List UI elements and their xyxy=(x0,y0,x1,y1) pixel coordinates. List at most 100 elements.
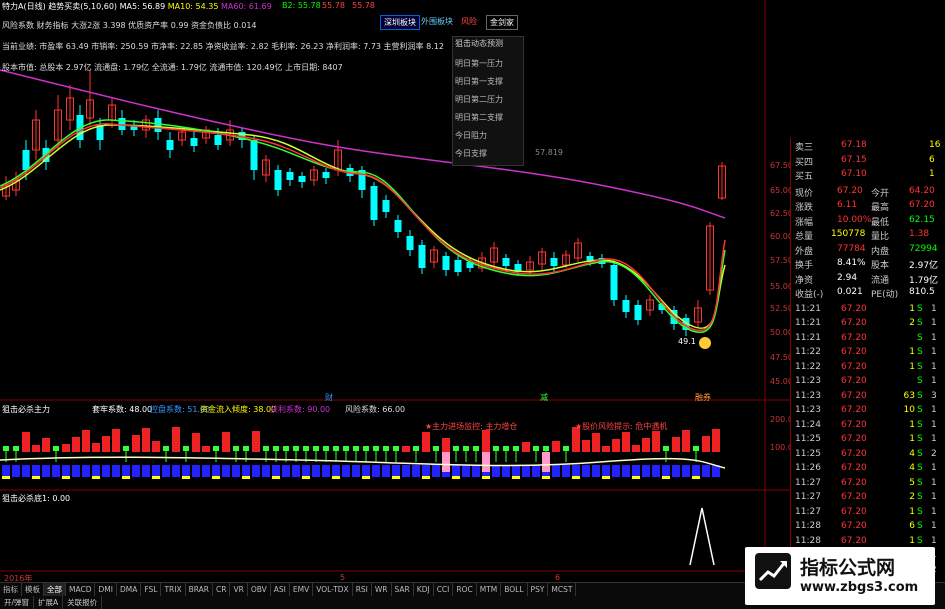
indicator-bar-blue xyxy=(132,465,140,477)
tab-fsl[interactable]: FSL xyxy=(141,583,162,596)
tick-count: 1 xyxy=(931,419,937,430)
bottom-item[interactable]: 关联报价 xyxy=(63,596,103,609)
ma-green-line xyxy=(0,119,726,333)
tab-psy[interactable]: PSY xyxy=(528,583,549,596)
indicator-bar-red xyxy=(592,433,600,452)
tab-cr[interactable]: CR xyxy=(213,583,231,596)
candle-down xyxy=(394,220,402,232)
field-value: 1.38 xyxy=(909,229,930,239)
tab-模板[interactable]: 模板 xyxy=(22,583,44,596)
tick-time: 11:28 xyxy=(795,521,821,531)
bottom-item[interactable]: 开/弹窗 xyxy=(0,596,35,609)
tab-dma[interactable]: DMA xyxy=(117,583,142,596)
tick-count: 1 xyxy=(931,477,937,488)
tick-time: 11:28 xyxy=(795,535,821,546)
indicator-bar-green xyxy=(473,446,479,451)
tab-roc[interactable]: ROC xyxy=(453,583,477,596)
indicator-bar-red xyxy=(22,432,30,452)
indicator-bar-red xyxy=(652,431,660,452)
tab-vr[interactable]: VR xyxy=(230,583,248,596)
indicator-bar-blue xyxy=(352,465,360,477)
tab-obv[interactable]: OBV xyxy=(248,583,271,596)
tick-side: S xyxy=(917,419,923,430)
indicator-bar-blue xyxy=(452,465,460,477)
tick-price: 67.20 xyxy=(841,347,867,357)
candle-down xyxy=(190,138,198,146)
indicator-bar-blue xyxy=(512,465,520,477)
tab-mtm[interactable]: MTM xyxy=(477,583,502,596)
price-chart[interactable] xyxy=(0,0,790,580)
indicator-bar-blue xyxy=(42,465,50,477)
tab-sar[interactable]: SAR xyxy=(392,583,414,596)
tab-rsi[interactable]: RSI xyxy=(353,583,372,596)
candle-down xyxy=(370,186,378,220)
marker-cai[interactable]: 财 xyxy=(325,392,333,403)
tab-mcst[interactable]: MCST xyxy=(548,583,577,596)
indicator-bar-blue xyxy=(412,465,420,477)
indicator-bar-blue xyxy=(432,465,440,477)
forecast-item[interactable]: 今日阻力 xyxy=(455,130,487,141)
tick-time: 11:21 xyxy=(795,303,821,314)
tab-asi[interactable]: ASI xyxy=(271,583,290,596)
marker-rongquan[interactable]: 融券 xyxy=(695,392,711,403)
tab-brar[interactable]: BRAR xyxy=(186,583,214,596)
field-label: 净资 xyxy=(795,275,814,286)
tick-side: S xyxy=(917,405,923,415)
tab-kdj[interactable]: KDJ xyxy=(414,583,434,596)
shenzhen-sector-button[interactable]: 深圳板块 xyxy=(380,15,420,30)
candle-down xyxy=(298,176,306,182)
jinjianjia-button[interactable]: 金剑家 xyxy=(486,15,518,30)
tab-dmi[interactable]: DMI xyxy=(95,583,117,596)
candle-down xyxy=(322,172,330,178)
tab-trix[interactable]: TRIX xyxy=(161,583,186,596)
tab-emv[interactable]: EMV xyxy=(290,583,314,596)
tab-vol-tdx[interactable]: VOL-TDX xyxy=(313,583,353,596)
candle-down xyxy=(634,305,642,320)
indicator-bar-yellow xyxy=(362,476,370,479)
tab-wr[interactable]: WR xyxy=(372,583,392,596)
candle-down xyxy=(286,172,294,180)
indicator-bar-green xyxy=(333,446,339,451)
indicator1-note1: ★主力进场监控: 主力增仓 xyxy=(425,422,518,431)
tick-row: 11:22 67.20 1 S 1 xyxy=(793,361,945,376)
indicator-bar-green xyxy=(303,446,309,451)
marker-jian[interactable]: 减 xyxy=(540,392,548,403)
indicator1-k5: 风险系数: 66.00 xyxy=(345,405,406,414)
indicator-bar-green xyxy=(533,446,539,451)
indicator-bar-blue xyxy=(232,465,240,477)
outer-sector-button[interactable]: 外围板块 xyxy=(418,15,456,28)
indicator-bar-yellow xyxy=(452,476,460,479)
tick-price: 67.20 xyxy=(841,303,867,314)
ask-volume: 6 xyxy=(929,154,935,165)
risk-button[interactable]: 风险 xyxy=(458,15,480,28)
forecast-item[interactable]: 今日支撑 xyxy=(455,148,487,159)
tick-time: 11:22 xyxy=(795,361,821,372)
indicator-bar-blue xyxy=(592,465,600,477)
tab-macd[interactable]: MACD xyxy=(66,583,96,596)
indicator-bar-red xyxy=(92,443,100,452)
indicator-bar-red xyxy=(402,446,410,452)
forecast-item[interactable]: 明日第一支撑 xyxy=(455,76,503,87)
tick-time: 11:21 xyxy=(795,332,821,343)
indicator-bar-green xyxy=(183,446,189,451)
tab-boll[interactable]: BOLL xyxy=(501,583,528,596)
candle-down xyxy=(622,300,630,312)
forecast-item[interactable]: 明日第一压力 xyxy=(455,58,503,69)
forecast-item[interactable]: 明日第二支撑 xyxy=(455,112,503,123)
watermark-title: 指标公式网 xyxy=(800,557,896,579)
tick-volume: 1 xyxy=(909,506,915,517)
tab-指标[interactable]: 指标 xyxy=(0,583,22,596)
quote-field-row: 现价 67.20 今开 64.20 xyxy=(793,185,945,200)
indicator-bar-red xyxy=(172,427,180,452)
bottom-item[interactable]: 扩展A xyxy=(34,596,64,609)
indicator-bar-yellow xyxy=(212,476,220,479)
tick-price: 67.20 xyxy=(841,448,867,459)
field-value: 67.20 xyxy=(837,185,863,196)
tab-全部[interactable]: 全部 xyxy=(44,583,66,596)
quote-field-row: 收益(-) 0.021 PE(动) 810.5 xyxy=(793,286,945,301)
tick-side: S xyxy=(917,492,923,502)
tab-cci[interactable]: CCI xyxy=(434,583,454,596)
candle-down xyxy=(550,258,558,266)
indicator-bar-blue xyxy=(662,465,670,477)
forecast-item[interactable]: 明日第二压力 xyxy=(455,94,503,105)
